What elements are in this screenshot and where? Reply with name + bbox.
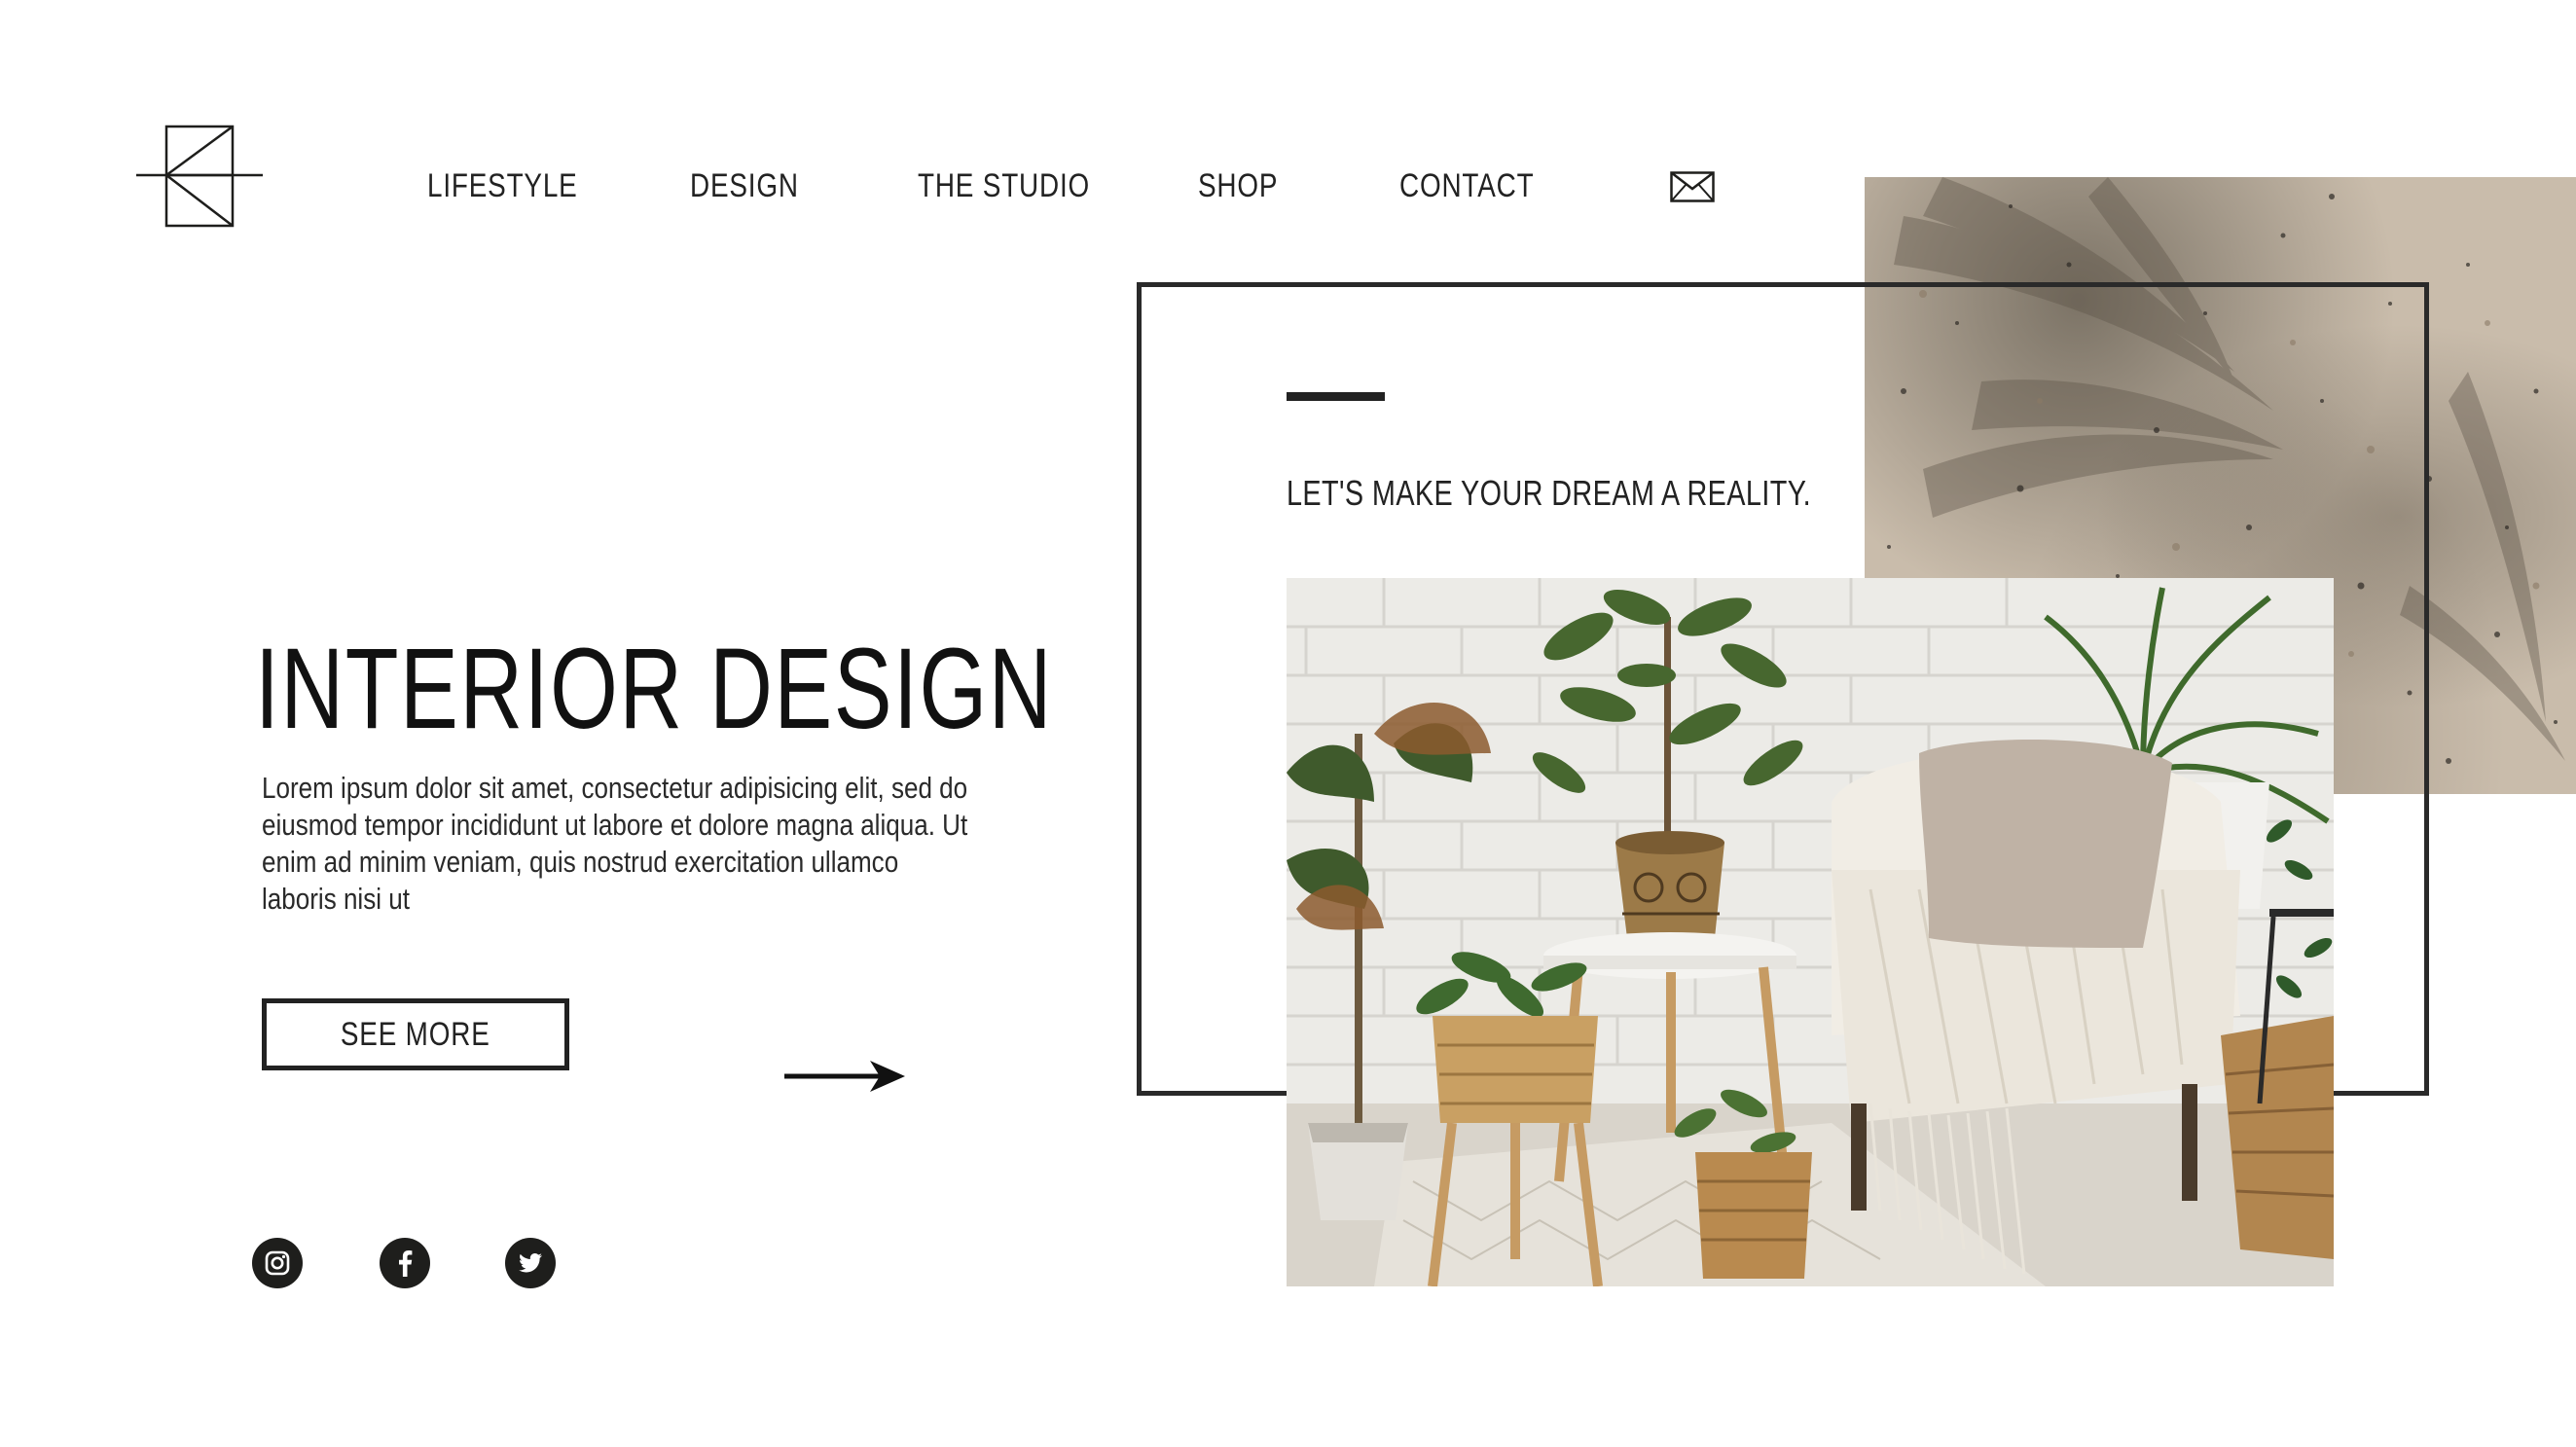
nav-lifestyle[interactable]: LIFESTYLE: [427, 167, 578, 205]
nav-the-studio[interactable]: THE STUDIO: [918, 167, 1090, 205]
accent-line: [1287, 392, 1385, 401]
logo-icon[interactable]: [136, 125, 263, 230]
arrow-right-icon[interactable]: [784, 1059, 905, 1094]
nav-design[interactable]: DESIGN: [690, 167, 799, 205]
hero-body-text: Lorem ipsum dolor sit amet, consectetur …: [262, 771, 968, 916]
see-more-button[interactable]: SEE MORE: [262, 998, 569, 1070]
see-more-label: SEE MORE: [341, 1015, 490, 1053]
hero-title: INTERIOR DESIGN: [255, 625, 1054, 754]
interior-photo: [1287, 578, 2334, 1286]
nav-shop[interactable]: SHOP: [1198, 167, 1278, 205]
envelope-icon[interactable]: [1670, 171, 1715, 202]
feature-tagline: LET'S MAKE YOUR DREAM A REALITY.: [1287, 473, 1812, 513]
twitter-icon[interactable]: [505, 1238, 556, 1288]
nav-contact[interactable]: CONTACT: [1399, 167, 1534, 205]
facebook-icon[interactable]: [380, 1238, 430, 1288]
instagram-icon[interactable]: [252, 1238, 303, 1288]
